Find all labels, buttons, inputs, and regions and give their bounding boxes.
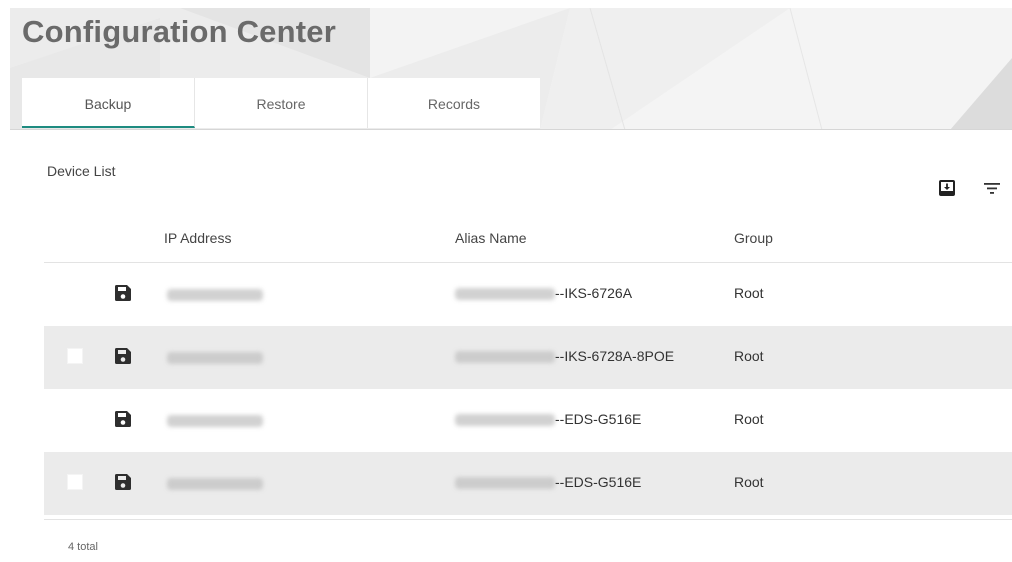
save-icon[interactable] (114, 410, 132, 428)
group-cell: Root (734, 348, 764, 364)
alias-prefix-redacted (455, 477, 555, 489)
ip-address-redacted (167, 478, 263, 490)
table-row[interactable]: --IKS-6726A Root (44, 263, 1012, 326)
ip-address-redacted (167, 352, 263, 364)
save-icon[interactable] (114, 473, 132, 491)
column-header-alias-name[interactable]: Alias Name (455, 230, 527, 246)
table-row[interactable]: --IKS-6728A-8POE Root (44, 326, 1012, 389)
save-icon[interactable] (114, 284, 132, 302)
column-header-group[interactable]: Group (734, 230, 773, 246)
alias-name-cell: --IKS-6726A (555, 285, 633, 301)
device-table-body: --IKS-6726A Root --IKS-6728A-8POE Root -… (44, 263, 1012, 515)
table-row[interactable]: --EDS-G516E Root (44, 389, 1012, 452)
table-row[interactable]: --EDS-G516E Root (44, 452, 1012, 515)
column-header-ip-address[interactable]: IP Address (164, 230, 231, 246)
alias-prefix-redacted (455, 288, 555, 300)
group-cell: Root (734, 285, 764, 301)
page-title: Configuration Center (22, 14, 336, 49)
row-checkbox[interactable] (67, 474, 83, 490)
alias-name-cell: --EDS-G516E (555, 474, 642, 490)
tab-restore[interactable]: Restore (195, 78, 368, 128)
alias-name-cell: --IKS-6728A-8POE (555, 348, 675, 364)
tab-bar: Backup Restore Records (22, 78, 540, 128)
tab-backup[interactable]: Backup (22, 78, 195, 128)
alias-prefix-redacted (455, 414, 555, 426)
ip-address-redacted (167, 289, 263, 301)
row-total-count: 4 total (68, 541, 98, 553)
save-icon[interactable] (114, 347, 132, 365)
tab-bar-divider (10, 129, 1012, 130)
table-footer-divider (44, 519, 1012, 520)
filter-icon[interactable] (981, 177, 1003, 199)
tab-records[interactable]: Records (368, 78, 540, 128)
device-list-title: Device List (47, 163, 116, 179)
alias-name-cell: --EDS-G516E (555, 411, 642, 427)
alias-prefix-redacted (455, 351, 555, 363)
export-icon[interactable] (936, 177, 958, 199)
row-checkbox[interactable] (67, 348, 83, 364)
ip-address-redacted (167, 415, 263, 427)
group-cell: Root (734, 474, 764, 490)
group-cell: Root (734, 411, 764, 427)
